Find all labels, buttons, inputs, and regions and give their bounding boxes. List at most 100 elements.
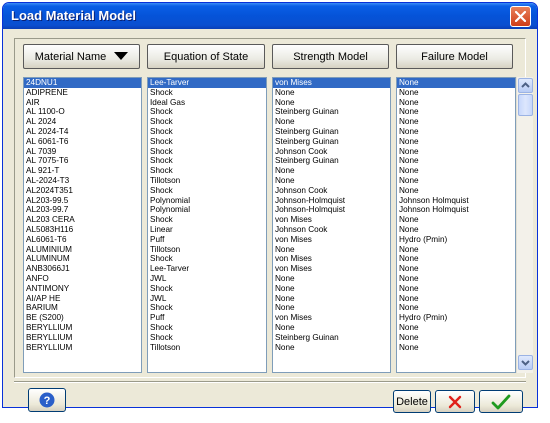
strength-model-item[interactable]: von Mises — [273, 215, 390, 225]
equation-of-state-header[interactable]: Equation of State — [147, 44, 265, 69]
failure-model-item[interactable]: None — [397, 294, 515, 304]
failure-model-item[interactable]: None — [397, 107, 515, 117]
material-name-item[interactable]: AL2024T351 — [24, 186, 141, 196]
equation-of-state-item[interactable]: Shock — [148, 333, 266, 343]
equation-of-state-item[interactable]: Shock — [148, 88, 266, 98]
material-name-item[interactable]: AL 2024 — [24, 117, 141, 127]
vertical-scrollbar[interactable] — [516, 77, 533, 373]
failure-model-item[interactable]: Hydro (Pmin) — [397, 313, 515, 323]
equation-of-state-item[interactable]: Shock — [148, 303, 266, 313]
equation-of-state-item[interactable]: Shock — [148, 137, 266, 147]
material-name-item[interactable]: AIR — [24, 98, 141, 108]
ok-button[interactable] — [479, 390, 523, 413]
failure-model-header[interactable]: Failure Model — [396, 44, 513, 69]
equation-of-state-item[interactable]: Polynomial — [148, 205, 266, 215]
equation-of-state-item[interactable]: Shock — [148, 156, 266, 166]
strength-model-item[interactable]: None — [273, 343, 390, 353]
failure-model-item[interactable]: None — [397, 117, 515, 127]
equation-of-state-item[interactable]: Tillotson — [148, 343, 266, 353]
strength-model-item[interactable]: None — [273, 98, 390, 108]
material-name-item[interactable]: AL6061-T6 — [24, 235, 141, 245]
equation-of-state-item[interactable]: Polynomial — [148, 196, 266, 206]
equation-of-state-item[interactable]: Ideal Gas — [148, 98, 266, 108]
cancel-button[interactable] — [435, 390, 475, 413]
failure-model-item[interactable]: None — [397, 166, 515, 176]
strength-model-item[interactable]: Steinberg Guinan — [273, 156, 390, 166]
material-name-item[interactable]: AL 2024-T4 — [24, 127, 141, 137]
strength-model-item[interactable]: None — [273, 88, 390, 98]
material-name-list[interactable]: 24DNU1 ADIPRENE AIR AL 1100-O AL 2024 AL 2024… — [23, 77, 142, 373]
failure-model-item[interactable]: None — [397, 98, 515, 108]
strength-model-item[interactable]: None — [273, 303, 390, 313]
material-name-item[interactable]: BERYLLIUM — [24, 323, 141, 333]
strength-model-item[interactable]: None — [273, 117, 390, 127]
scroll-up-button[interactable] — [518, 78, 533, 93]
strength-model-item[interactable]: von Mises — [273, 78, 390, 88]
failure-model-item[interactable]: None — [397, 78, 515, 88]
equation-of-state-item[interactable]: Shock — [148, 127, 266, 137]
strength-model-item[interactable]: None — [273, 274, 390, 284]
material-name-item[interactable]: AL 921-T — [24, 166, 141, 176]
strength-model-item[interactable]: Steinberg Guinan — [273, 137, 390, 147]
material-name-item[interactable]: AL203-99.7 — [24, 205, 141, 215]
equation-of-state-item[interactable]: Shock — [148, 117, 266, 127]
failure-model-item[interactable]: None — [397, 274, 515, 284]
scroll-down-button[interactable] — [518, 355, 533, 370]
failure-model-item[interactable]: None — [397, 343, 515, 353]
equation-of-state-item[interactable]: Shock — [148, 254, 266, 264]
material-name-item[interactable]: BARIUM — [24, 303, 141, 313]
equation-of-state-item[interactable]: Puff — [148, 235, 266, 245]
equation-of-state-item[interactable]: JWL — [148, 274, 266, 284]
material-name-item[interactable]: AL 7075-T6 — [24, 156, 141, 166]
material-name-item[interactable]: ALUMINUM — [24, 254, 141, 264]
material-name-item[interactable]: AL-2024-T3 — [24, 176, 141, 186]
material-name-item[interactable]: BERYLLIUM — [24, 343, 141, 353]
failure-model-item[interactable]: None — [397, 215, 515, 225]
equation-of-state-item[interactable]: JWL — [148, 294, 266, 304]
delete-button[interactable]: Delete — [393, 390, 431, 413]
strength-model-item[interactable]: von Mises — [273, 313, 390, 323]
failure-model-item[interactable]: None — [397, 127, 515, 137]
scroll-thumb[interactable] — [518, 94, 533, 116]
strength-model-item[interactable]: None — [273, 284, 390, 294]
failure-model-item[interactable]: None — [397, 186, 515, 196]
strength-model-item[interactable]: None — [273, 294, 390, 304]
equation-of-state-item[interactable]: Puff — [148, 313, 266, 323]
material-name-item[interactable]: ANTIMONY — [24, 284, 141, 294]
equation-of-state-item[interactable]: Shock — [148, 186, 266, 196]
material-name-item[interactable]: 24DNU1 — [24, 78, 141, 88]
failure-model-item[interactable]: None — [397, 333, 515, 343]
failure-model-item[interactable]: Johnson Holmquist — [397, 196, 515, 206]
failure-model-item[interactable]: None — [397, 137, 515, 147]
strength-model-item[interactable]: Steinberg Guinan — [273, 333, 390, 343]
equation-of-state-item[interactable]: Shock — [148, 147, 266, 157]
failure-model-item[interactable]: None — [397, 88, 515, 98]
failure-model-item[interactable]: None — [397, 156, 515, 166]
equation-of-state-item[interactable]: Shock — [148, 166, 266, 176]
material-name-item[interactable]: ANFO — [24, 274, 141, 284]
material-name-item[interactable]: BE (S200) — [24, 313, 141, 323]
material-name-item[interactable]: ADIPRENE — [24, 88, 141, 98]
failure-model-item[interactable]: None — [397, 284, 515, 294]
failure-model-item[interactable]: None — [397, 264, 515, 274]
equation-of-state-item[interactable]: Lee-Tarver — [148, 264, 266, 274]
material-name-header[interactable]: Material Name — [23, 44, 140, 69]
strength-model-item[interactable]: von Mises — [273, 254, 390, 264]
strength-model-item[interactable]: Steinberg Guinan — [273, 107, 390, 117]
material-name-item[interactable]: AL 6061-T6 — [24, 137, 141, 147]
material-name-item[interactable]: AI/AP HE — [24, 294, 141, 304]
strength-model-item[interactable]: None — [273, 245, 390, 255]
strength-model-item[interactable]: None — [273, 166, 390, 176]
material-name-item[interactable]: ANB3066J1 — [24, 264, 141, 274]
help-button[interactable]: ? — [28, 388, 66, 412]
strength-model-item[interactable]: Johnson-Holmquist — [273, 196, 390, 206]
strength-model-item[interactable]: Johnson Cook — [273, 147, 390, 157]
material-name-item[interactable]: AL 7039 — [24, 147, 141, 157]
equation-of-state-item[interactable]: Tillotson — [148, 176, 266, 186]
strength-model-item[interactable]: Johnson-Holmquist — [273, 205, 390, 215]
failure-model-list[interactable]: None None None None None None None None None None… — [396, 77, 516, 373]
strength-model-item[interactable]: von Mises — [273, 235, 390, 245]
failure-model-item[interactable]: None — [397, 225, 515, 235]
strength-model-item[interactable]: von Mises — [273, 264, 390, 274]
strength-model-item[interactable]: Johnson Cook — [273, 186, 390, 196]
